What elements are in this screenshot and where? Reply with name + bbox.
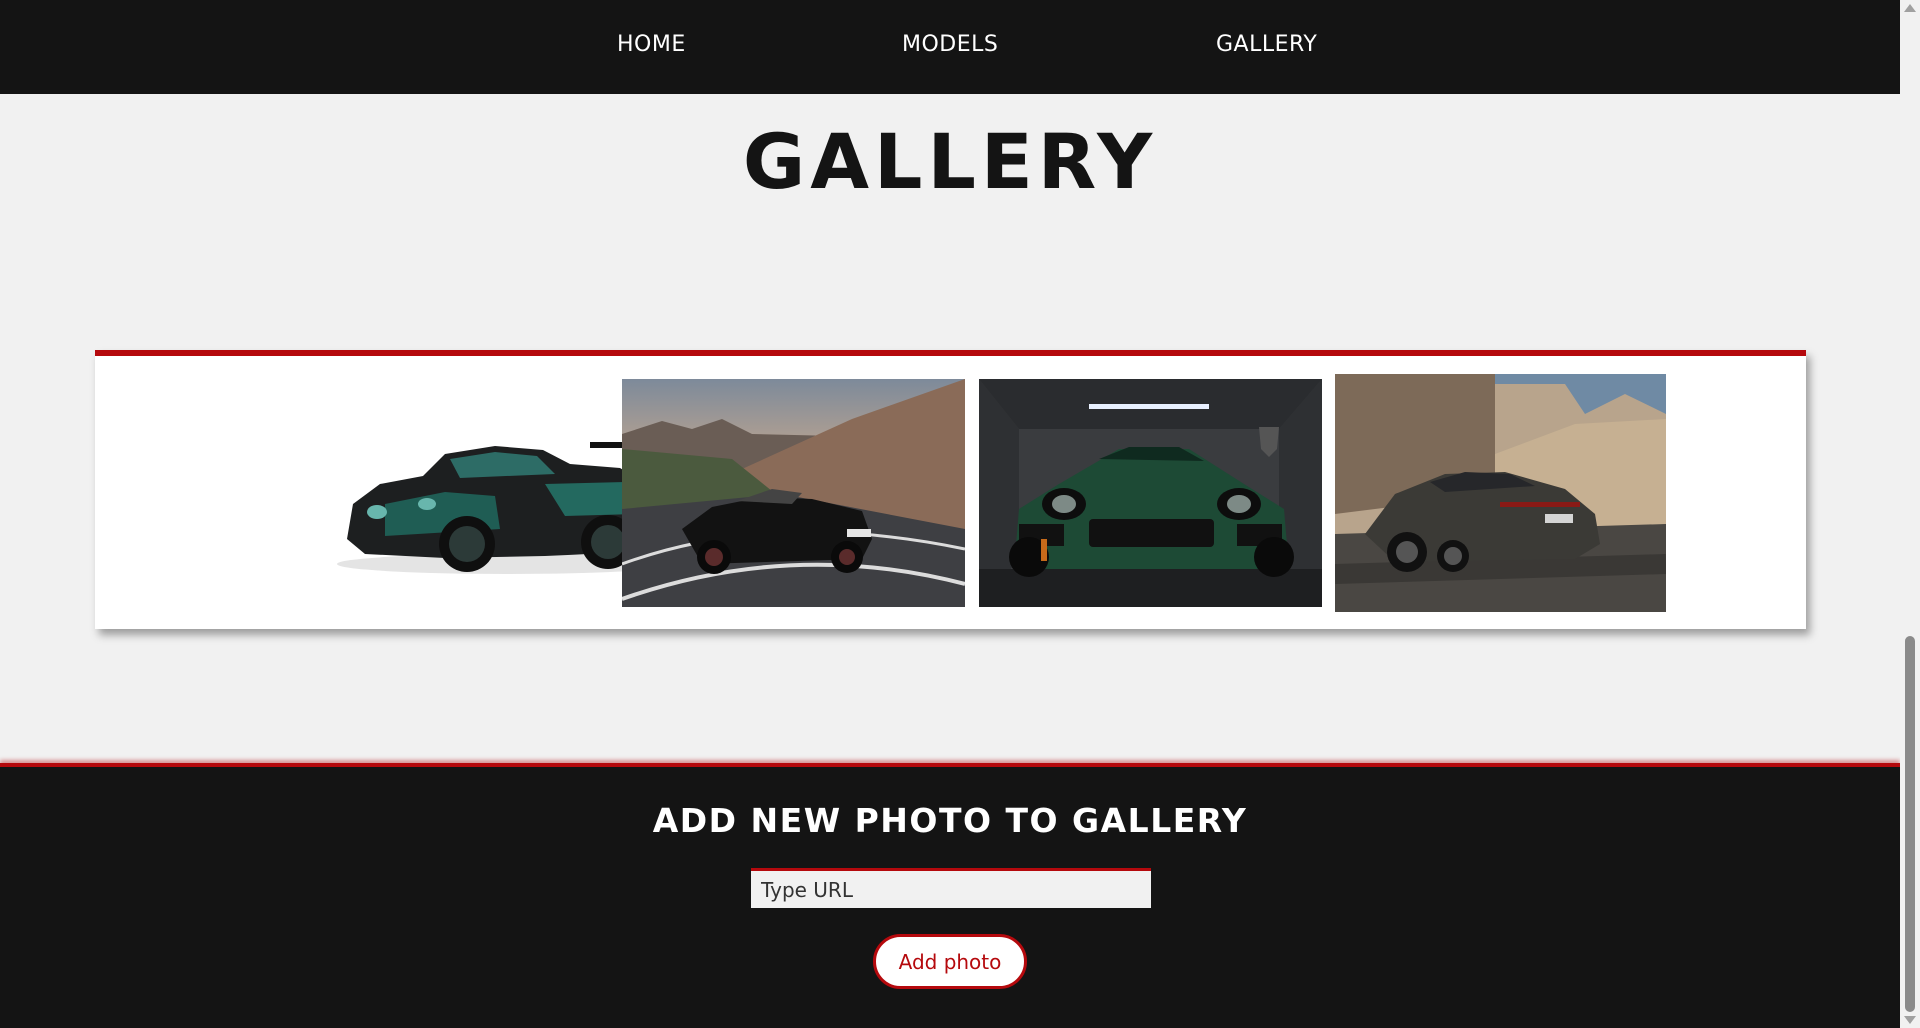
gallery-strip: [95, 350, 1806, 629]
nav-home-link[interactable]: HOME: [617, 32, 686, 57]
nav-models-link[interactable]: MODELS: [902, 32, 998, 57]
scroll-thumb[interactable]: [1905, 636, 1915, 1012]
car-photo-image: [1335, 374, 1666, 612]
nav-gallery-link[interactable]: GALLERY: [1216, 32, 1317, 57]
scroll-down-arrow-icon[interactable]: [1904, 1016, 1916, 1024]
add-photo-title: ADD NEW PHOTO TO GALLERY: [652, 801, 1248, 840]
gallery-photo[interactable]: [979, 379, 1322, 607]
top-navigation: HOME MODELS GALLERY: [0, 0, 1900, 94]
add-photo-button[interactable]: Add photo: [873, 934, 1027, 989]
add-photo-footer: ADD NEW PHOTO TO GALLERY Add photo: [0, 763, 1900, 1028]
page-title: GALLERY: [742, 117, 1158, 206]
car-photo-image: [979, 379, 1322, 607]
page: HOME MODELS GALLERY GALLERY ADD NEW PHOT…: [0, 0, 1900, 1028]
gallery-photo[interactable]: [622, 379, 965, 607]
car-photo-image: [622, 379, 965, 607]
vertical-scrollbar[interactable]: [1900, 0, 1920, 1028]
scroll-up-arrow-icon[interactable]: [1904, 4, 1916, 12]
url-input[interactable]: [751, 868, 1151, 908]
gallery-photo[interactable]: [1335, 374, 1666, 612]
